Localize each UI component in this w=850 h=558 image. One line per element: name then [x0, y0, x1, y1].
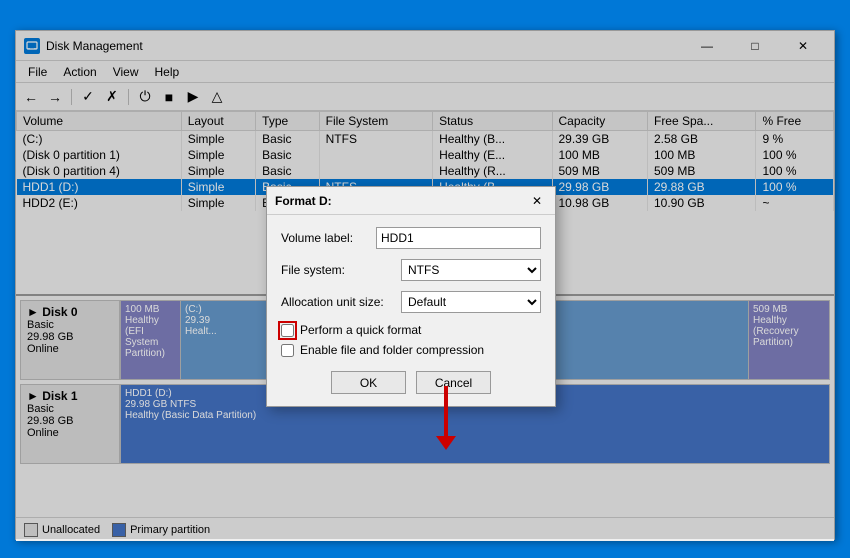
arrow-shaft	[444, 386, 448, 436]
format-dialog: Format D: ✕ Volume label: File system: N…	[266, 186, 556, 407]
dialog-body: Volume label: File system: NTFS FAT32 ex…	[267, 215, 555, 406]
dialog-close-button[interactable]: ✕	[527, 191, 547, 211]
compression-row: Enable file and folder compression	[281, 343, 541, 357]
file-system-select[interactable]: NTFS FAT32 exFAT	[401, 259, 541, 281]
quick-format-label: Perform a quick format	[300, 323, 421, 337]
allocation-row: Allocation unit size: Default	[281, 291, 541, 313]
disk-management-window: Disk Management — □ ✕ File Action View H…	[15, 30, 835, 540]
volume-label-input[interactable]	[376, 227, 541, 249]
ok-button[interactable]: OK	[331, 371, 406, 394]
dialog-title-bar: Format D: ✕	[267, 187, 555, 215]
arrow-head	[436, 436, 456, 450]
dialog-title: Format D:	[275, 194, 527, 208]
compression-checkbox[interactable]	[281, 344, 294, 357]
file-system-text: File system:	[281, 263, 401, 277]
allocation-text: Allocation unit size:	[281, 295, 401, 309]
modal-overlay: Format D: ✕ Volume label: File system: N…	[16, 31, 834, 539]
volume-label-row: Volume label:	[281, 227, 541, 249]
volume-label-text: Volume label:	[281, 231, 376, 245]
compression-label: Enable file and folder compression	[300, 343, 484, 357]
red-arrow-indicator	[436, 386, 456, 450]
quick-format-checkbox[interactable]	[281, 324, 294, 337]
quick-format-row: Perform a quick format	[281, 323, 541, 337]
dialog-buttons: OK Cancel	[281, 371, 541, 394]
file-system-row: File system: NTFS FAT32 exFAT	[281, 259, 541, 281]
allocation-select[interactable]: Default	[401, 291, 541, 313]
